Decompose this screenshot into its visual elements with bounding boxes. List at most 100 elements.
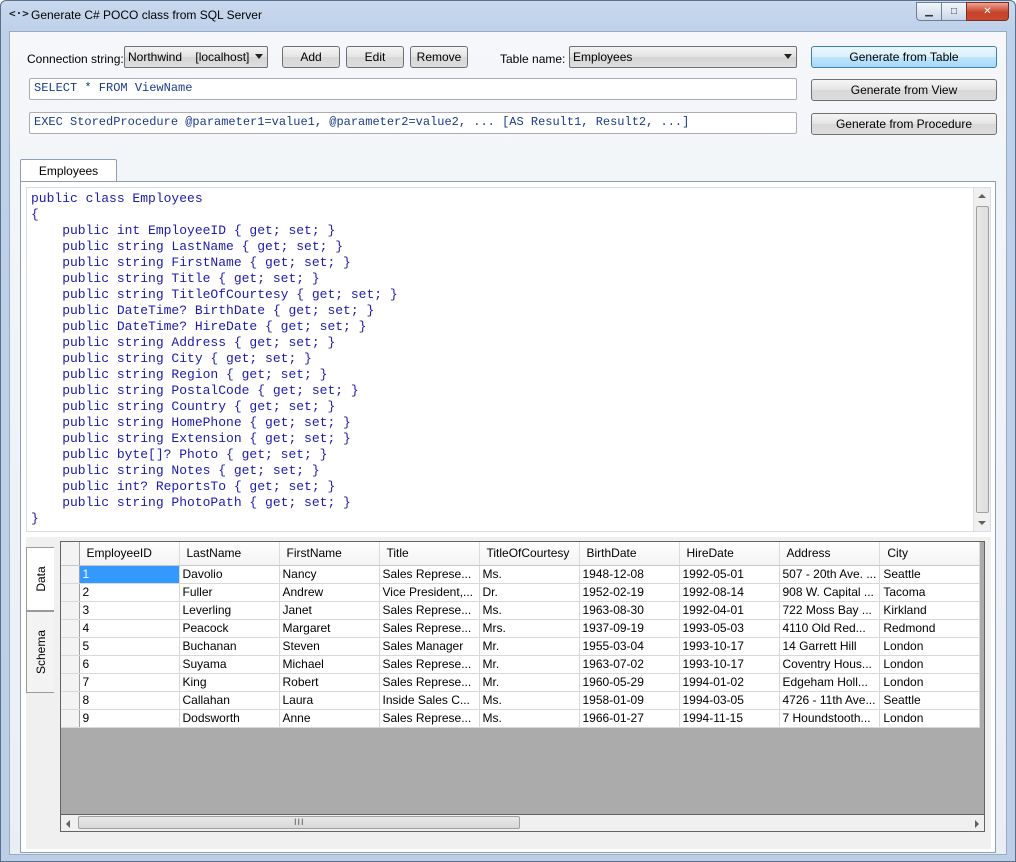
column-header[interactable]: Title xyxy=(379,542,480,566)
tab-employees[interactable]: Employees xyxy=(20,159,117,182)
maximize-button[interactable]: □ xyxy=(941,2,967,21)
table-cell[interactable]: Andrew xyxy=(279,583,380,602)
table-row[interactable]: 9 Dodsworth Anne Sales Represe... Ms. 1966-01… xyxy=(61,709,981,728)
row-header[interactable] xyxy=(61,655,80,674)
table-cell[interactable]: Edgeham Holl... xyxy=(779,673,881,692)
table-cell[interactable]: Dodsworth xyxy=(179,709,280,728)
table-cell[interactable]: Ms. xyxy=(479,709,580,728)
scroll-down-icon[interactable] xyxy=(978,521,986,525)
tab-schema[interactable]: Schema xyxy=(26,611,54,693)
table-cell[interactable]: Fuller xyxy=(179,583,280,602)
table-cell[interactable]: 2 xyxy=(79,583,180,602)
scroll-thumb[interactable] xyxy=(976,206,989,513)
table-cell[interactable]: Janet xyxy=(279,601,380,620)
table-cell[interactable]: 507 - 20th Ave. ... xyxy=(779,565,881,584)
table-cell[interactable]: Michael xyxy=(279,655,380,674)
add-connection-button[interactable]: Add xyxy=(282,46,340,68)
table-cell[interactable]: Peacock xyxy=(179,619,280,638)
table-cell[interactable]: Suyama xyxy=(179,655,280,674)
table-cell[interactable]: 1948-12-08 xyxy=(579,565,680,584)
scroll-up-icon[interactable] xyxy=(978,194,986,198)
table-cell[interactable]: Vice President,... xyxy=(379,583,480,602)
table-cell[interactable]: Sales Represe... xyxy=(379,565,480,584)
table-cell[interactable]: 8 xyxy=(79,691,180,710)
generate-from-procedure-button[interactable]: Generate from Procedure xyxy=(811,113,997,135)
table-row[interactable]: 2 Fuller Andrew Vice President,... Dr. 1952-0… xyxy=(61,583,981,602)
table-cell[interactable]: Dr. xyxy=(479,583,580,602)
table-cell[interactable]: Leverling xyxy=(179,601,280,620)
table-cell[interactable]: 9 xyxy=(79,709,180,728)
table-cell[interactable]: Mr. xyxy=(479,673,580,692)
table-cell[interactable]: Ms. xyxy=(479,565,580,584)
table-cell[interactable]: 1937-09-19 xyxy=(579,619,680,638)
table-cell[interactable]: Laura xyxy=(279,691,380,710)
table-name-select[interactable]: Employees xyxy=(569,46,797,68)
table-cell[interactable]: Seattle xyxy=(879,691,981,710)
table-cell[interactable]: London xyxy=(879,709,981,728)
table-cell[interactable]: 1992-04-01 xyxy=(679,601,780,620)
table-cell[interactable]: 1993-10-17 xyxy=(679,655,780,674)
table-cell[interactable]: Nancy xyxy=(279,565,380,584)
table-cell[interactable]: Kirkland xyxy=(879,601,981,620)
table-row[interactable]: 4 Peacock Margaret Sales Represe... Mrs. 1937… xyxy=(61,619,981,638)
procedure-query-input[interactable]: EXEC StoredProcedure @parameter1=value1,… xyxy=(29,112,797,134)
table-cell[interactable]: 3 xyxy=(79,601,180,620)
table-cell[interactable]: Seattle xyxy=(879,565,981,584)
table-cell[interactable]: Margaret xyxy=(279,619,380,638)
row-header[interactable] xyxy=(61,565,80,584)
connection-string-select[interactable]: Northwind [localhost] xyxy=(124,46,268,68)
generate-from-table-button[interactable]: Generate from Table xyxy=(811,46,997,68)
table-cell[interactable]: 1 xyxy=(79,565,180,584)
minimize-button[interactable]: ▁ xyxy=(916,2,942,21)
table-row[interactable]: 6 Suyama Michael Sales Represe... Mr. 1963-07… xyxy=(61,655,981,674)
code-editor[interactable]: public class Employees{ public int Emplo… xyxy=(26,187,991,532)
generate-from-view-button[interactable]: Generate from View xyxy=(811,79,997,101)
table-row[interactable]: 7 King Robert Sales Represe... Mr. 1960-05-29… xyxy=(61,673,981,692)
table-cell[interactable]: Sales Represe... xyxy=(379,709,480,728)
table-cell[interactable]: 722 Moss Bay ... xyxy=(779,601,881,620)
column-header[interactable]: Address xyxy=(779,542,881,566)
row-header[interactable] xyxy=(61,691,80,710)
view-query-input[interactable]: SELECT * FROM ViewName xyxy=(29,78,797,100)
scroll-right-icon[interactable] xyxy=(975,820,979,828)
column-header[interactable]: EmployeeID xyxy=(79,542,180,566)
table-row[interactable]: 5 Buchanan Steven Sales Manager Mr. 1955-03-0… xyxy=(61,637,981,656)
table-cell[interactable]: London xyxy=(879,673,981,692)
table-cell[interactable]: Redmond xyxy=(879,619,981,638)
table-cell[interactable]: 1963-08-30 xyxy=(579,601,680,620)
row-header[interactable] xyxy=(61,709,80,728)
row-header[interactable] xyxy=(61,583,80,602)
code-vertical-scrollbar[interactable] xyxy=(973,188,990,531)
table-cell[interactable]: London xyxy=(879,655,981,674)
table-cell[interactable]: 1952-02-19 xyxy=(579,583,680,602)
table-cell[interactable]: 1992-05-01 xyxy=(679,565,780,584)
table-cell[interactable]: Inside Sales C... xyxy=(379,691,480,710)
table-cell[interactable]: 1994-03-05 xyxy=(679,691,780,710)
table-cell[interactable]: Mrs. xyxy=(479,619,580,638)
table-cell[interactable]: Anne xyxy=(279,709,380,728)
table-cell[interactable]: Ms. xyxy=(479,691,580,710)
table-cell[interactable]: 1958-01-09 xyxy=(579,691,680,710)
scroll-thumb[interactable]: III xyxy=(78,816,520,829)
row-header[interactable] xyxy=(61,601,80,620)
table-cell[interactable]: Sales Represe... xyxy=(379,619,480,638)
column-header[interactable]: HireDate xyxy=(679,542,780,566)
table-cell[interactable]: 5 xyxy=(79,637,180,656)
table-cell[interactable]: Sales Manager xyxy=(379,637,480,656)
table-cell[interactable]: 908 W. Capital ... xyxy=(779,583,881,602)
table-row[interactable]: 1 Davolio Nancy Sales Represe... Ms. 1948-12-… xyxy=(61,565,981,584)
table-cell[interactable]: 6 xyxy=(79,655,180,674)
table-cell[interactable]: 7 Houndstooth... xyxy=(779,709,881,728)
remove-connection-button[interactable]: Remove xyxy=(410,46,468,68)
table-cell[interactable]: Coventry Hous... xyxy=(779,655,881,674)
table-cell[interactable]: 7 xyxy=(79,673,180,692)
table-row[interactable]: 3 Leverling Janet Sales Represe... Ms. 1963-0… xyxy=(61,601,981,620)
table-cell[interactable]: 1993-05-03 xyxy=(679,619,780,638)
table-cell[interactable]: 1993-10-17 xyxy=(679,637,780,656)
column-header[interactable]: FirstName xyxy=(279,542,380,566)
table-cell[interactable]: Ms. xyxy=(479,601,580,620)
table-cell[interactable]: 4110 Old Red... xyxy=(779,619,881,638)
table-cell[interactable]: Mr. xyxy=(479,655,580,674)
edit-connection-button[interactable]: Edit xyxy=(346,46,404,68)
data-grid[interactable]: EmployeeID LastName FirstName Title TitleOfC… xyxy=(60,541,985,815)
